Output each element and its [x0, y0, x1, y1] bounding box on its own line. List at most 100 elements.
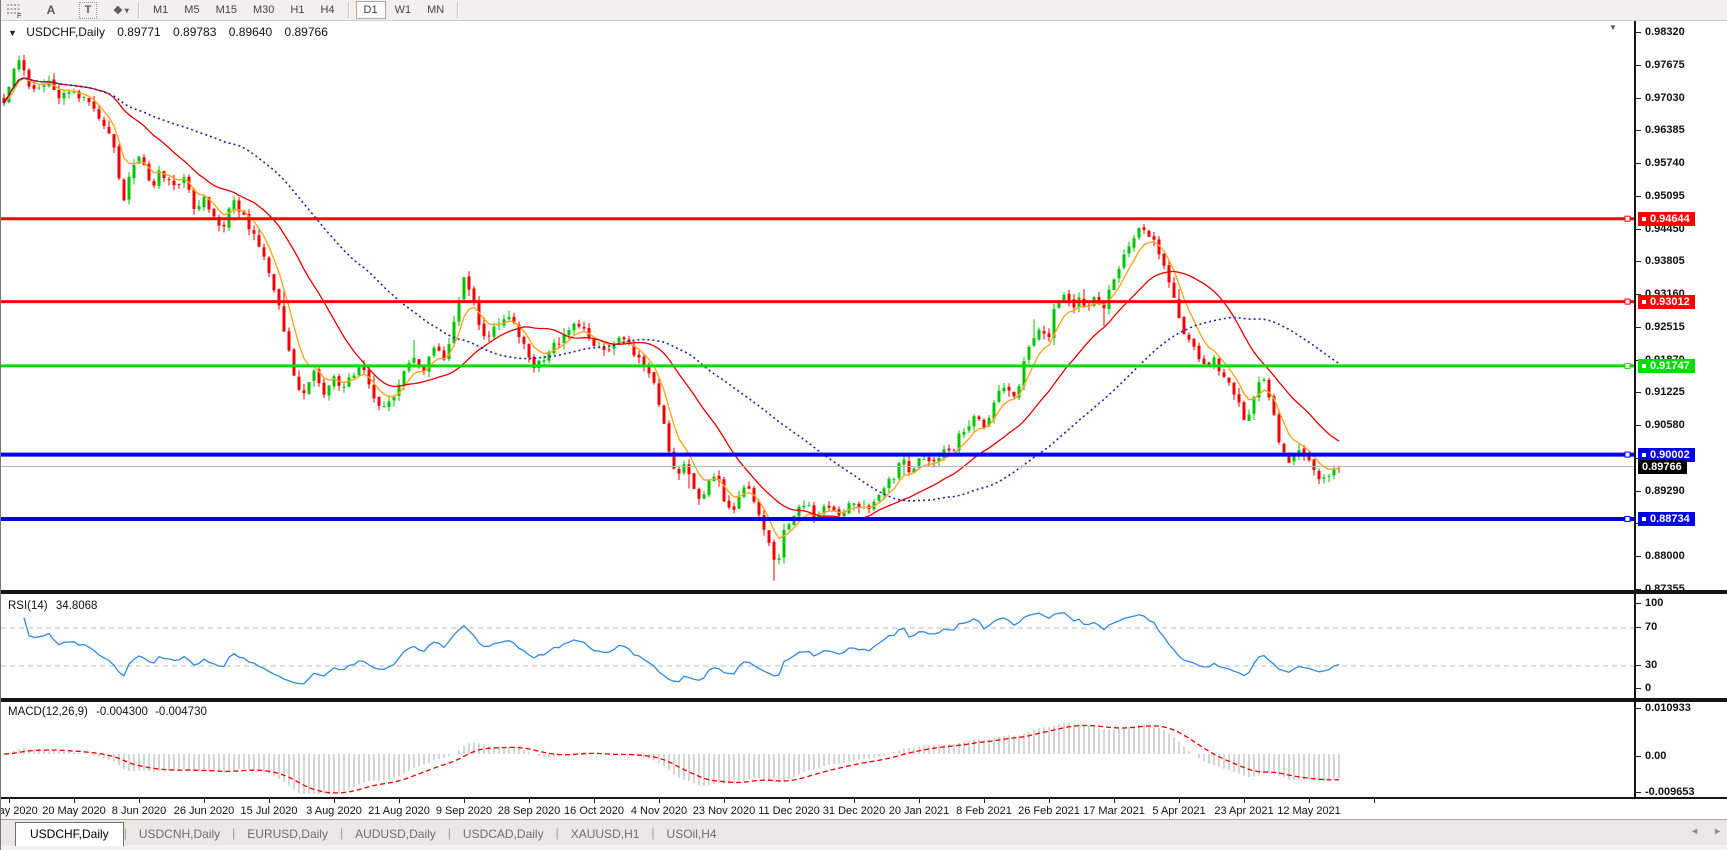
tab-usoil-h4[interactable]: USOil,H4: [655, 824, 729, 845]
date-axis-tick: [984, 799, 985, 803]
price-axis-tick: [1636, 65, 1641, 66]
line-handle: [1625, 299, 1630, 304]
tab-scroll-left-icon[interactable]: ◄: [1690, 826, 1699, 836]
arrows-tool[interactable]: ❖ ▾: [111, 2, 131, 19]
date-axis-label: 1 May 2020: [0, 805, 38, 817]
chart-symbol-label: USDCHF,Daily: [26, 25, 105, 39]
price-axis-tick: [1636, 491, 1641, 492]
rsi-axis-label: 70: [1645, 621, 1657, 633]
text-box-tool[interactable]: T: [79, 2, 97, 19]
rsi-axis-tick: [1636, 688, 1641, 689]
tab-scroll-right-icon[interactable]: ►: [1713, 826, 1722, 836]
date-axis-label: 9 Sep 2020: [436, 805, 492, 817]
tag-handle-icon: [1642, 217, 1646, 221]
date-axis[interactable]: 1 May 202020 May 20208 Jun 202026 Jun 20…: [1, 797, 1727, 819]
date-axis-tick: [594, 799, 595, 803]
panel-splitter[interactable]: [1, 590, 1727, 594]
top-toolbar: F A T ❖ ▾ M1M5M15M30H1H4 D1W1MN: [1, 0, 1727, 21]
rsi-value: 34.8068: [56, 600, 98, 612]
price-axis-label: 0.97030: [1645, 92, 1685, 104]
date-axis-label: 8 Feb 2021: [956, 805, 1012, 817]
date-axis-label: 23 Nov 2020: [693, 805, 755, 817]
toolbar-separator: [348, 2, 350, 18]
date-axis-tick: [724, 799, 725, 803]
macd-panel-canvas[interactable]: [1, 703, 1634, 797]
macd-value: -0.004300: [96, 706, 148, 718]
date-axis-tick: [919, 799, 920, 803]
current-price-tag: 0.89766: [1638, 460, 1687, 474]
timeframe-button-m5[interactable]: M5: [177, 2, 206, 18]
rsi-axis-tick: [1636, 627, 1641, 628]
timeframe-button-m30[interactable]: M30: [246, 2, 281, 18]
price-tag: 0.93012: [1638, 295, 1695, 309]
main-chart-canvas[interactable]: [1, 21, 1634, 591]
fibonacci-retracement-tool[interactable]: F: [5, 2, 25, 19]
line-handle: [1625, 452, 1630, 457]
date-axis-label: 16 Oct 2020: [564, 805, 624, 817]
rsi-axis-label: 0: [1645, 682, 1651, 694]
date-axis-label: 28 Sep 2020: [498, 805, 560, 817]
date-axis-tick: [1049, 799, 1050, 803]
fibonacci-icon-letter: F: [17, 13, 22, 19]
ma-slow-blue: [4, 78, 1339, 501]
rsi-axis-label: 100: [1645, 597, 1663, 609]
text-label-tool[interactable]: A: [41, 2, 61, 19]
chart-title: ▼ USDCHF,Daily 0.89771 0.89783 0.89640 0…: [8, 25, 328, 39]
timeframe-button-m1[interactable]: M1: [146, 2, 175, 18]
panel-splitter[interactable]: [1, 698, 1727, 702]
timeframe-button-h1[interactable]: H1: [283, 2, 311, 18]
chevron-down-icon: ▾: [125, 6, 129, 15]
tag-handle-icon: [1642, 364, 1646, 368]
rsi-panel-canvas[interactable]: [1, 595, 1634, 698]
tab-usdcnh-daily[interactable]: USDCNH,Daily: [127, 824, 232, 845]
date-axis-tick: [204, 799, 205, 803]
price-axis[interactable]: 0.983200.976750.970300.963850.957400.950…: [1634, 21, 1727, 797]
tag-handle-icon: [1642, 300, 1646, 304]
date-axis-label: 20 Jan 2021: [889, 805, 950, 817]
tab-xauusd-h1[interactable]: XAUUSD,H1: [559, 824, 652, 845]
macd-name: MACD(12,26,9): [8, 706, 88, 718]
date-axis-label: 11 Dec 2020: [758, 805, 820, 817]
price-axis-label: 0.90580: [1645, 419, 1685, 431]
tab-eurusd-daily[interactable]: EURUSD,Daily: [235, 824, 340, 845]
line-handle: [1625, 517, 1630, 522]
toolbar-separator: [457, 2, 459, 18]
price-tag: 0.88734: [1638, 512, 1695, 526]
timeframe-button-w1[interactable]: W1: [388, 2, 419, 18]
price-axis-tick: [1636, 425, 1641, 426]
macd-axis-tick: [1636, 792, 1641, 793]
date-axis-tick: [139, 799, 140, 803]
price-axis-tick: [1636, 261, 1641, 262]
date-axis-tick: [269, 799, 270, 803]
price-axis-label: 0.88000: [1645, 550, 1685, 562]
toolbar-separator: [138, 2, 140, 18]
tab-usdcad-daily[interactable]: USDCAD,Daily: [451, 824, 556, 845]
collapse-arrow-icon[interactable]: ▼: [8, 28, 17, 38]
price-axis-tick: [1636, 392, 1641, 393]
macd-axis-label: 0.00: [1645, 750, 1666, 762]
timeframe-button-d1[interactable]: D1: [356, 1, 386, 19]
date-axis-tick: [789, 799, 790, 803]
tag-handle-icon: [1642, 453, 1646, 457]
ma-fast-orange: [4, 78, 1339, 538]
chart-tab-bar: USDCHF,Daily|USDCNH,Daily|EURUSD,Daily|A…: [1, 819, 1727, 845]
bear-candle-bodies: [4, 60, 1339, 560]
tab-audusd-daily[interactable]: AUDUSD,Daily: [343, 824, 448, 845]
date-axis-label: 4 Nov 2020: [631, 805, 687, 817]
bull-candle-wicks: [9, 56, 1334, 565]
text-label-icon: A: [47, 3, 56, 17]
date-axis-tick: [1374, 799, 1375, 803]
chart-shift-marker[interactable]: ▼: [1609, 23, 1617, 32]
price-axis-label: 0.92515: [1645, 321, 1685, 333]
rsi-axis-label: 30: [1645, 659, 1657, 671]
date-axis-tick: [659, 799, 660, 803]
macd-signal-value: -0.004730: [155, 706, 207, 718]
rsi-axis-tick: [1636, 665, 1641, 666]
timeframe-button-h4[interactable]: H4: [313, 2, 341, 18]
macd-axis-tick: [1636, 708, 1641, 709]
tab-usdchf-daily[interactable]: USDCHF,Daily: [15, 822, 124, 846]
rsi-indicator-label: RSI(14) 34.8068: [8, 600, 97, 612]
timeframe-button-m15[interactable]: M15: [209, 2, 244, 18]
rsi-line: [24, 613, 1339, 684]
timeframe-button-mn[interactable]: MN: [420, 2, 451, 18]
